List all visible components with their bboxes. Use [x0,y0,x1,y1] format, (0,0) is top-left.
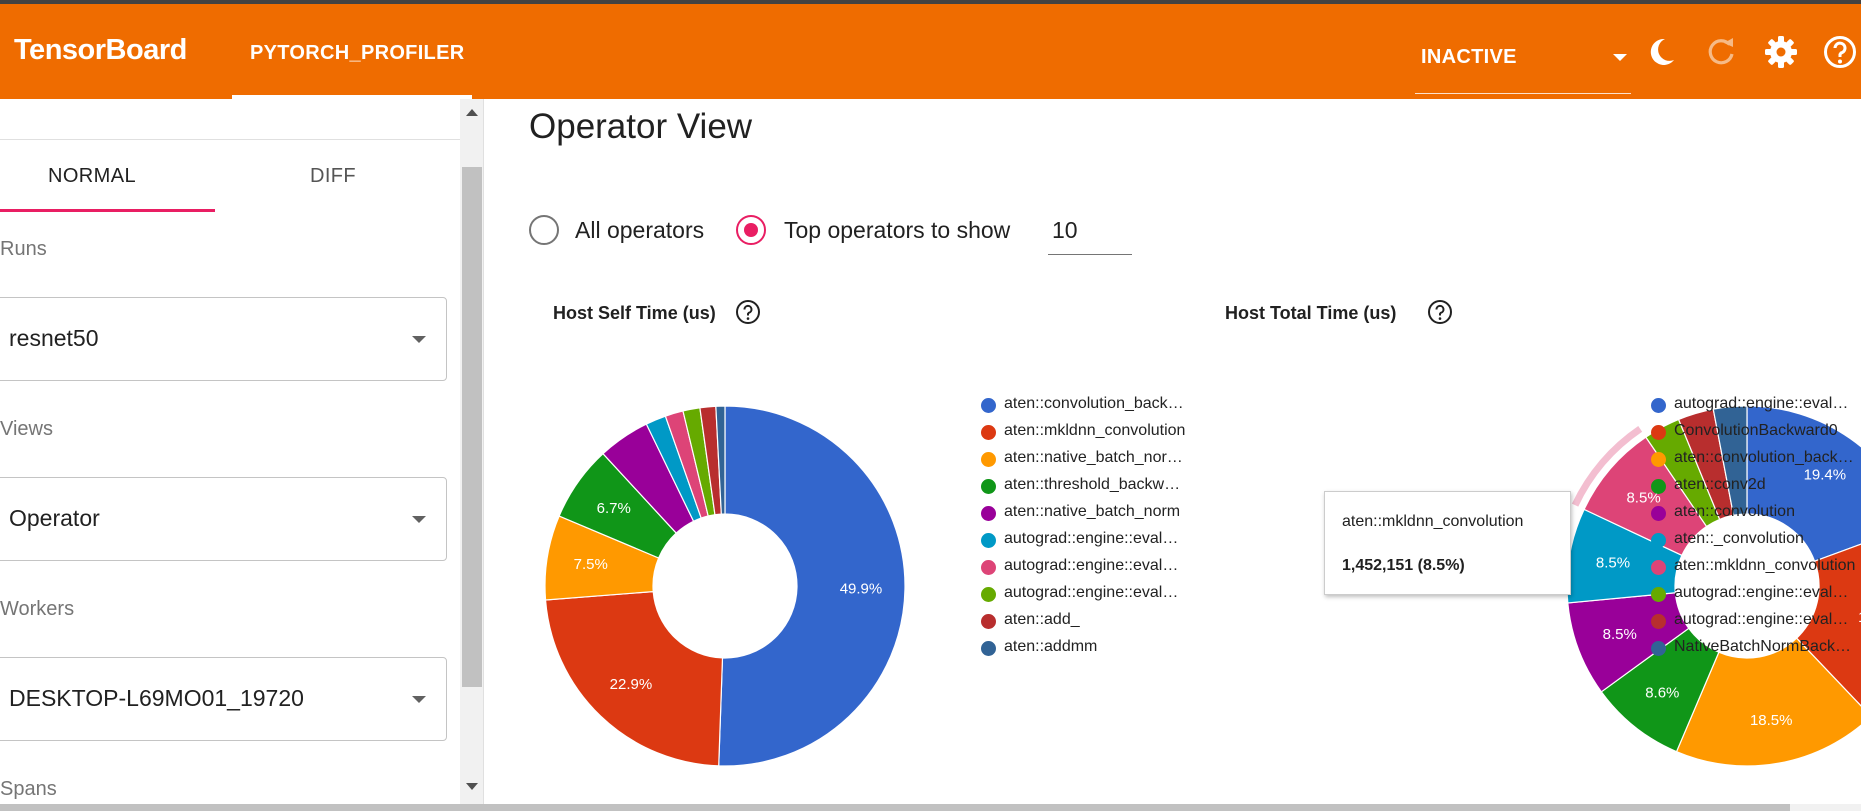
legend-label: aten::mkldnn_convolution [1674,557,1856,574]
legend-label: aten::add_ [1004,611,1080,628]
slice-label: 19.4% [1804,466,1847,483]
legend-label: autograd::engine::eval… [1674,611,1849,628]
legend-swatch [981,533,996,548]
slice-label: 8.5% [1596,555,1630,572]
legend-label: aten::addmm [1004,638,1098,655]
chevron-down-icon [412,516,426,523]
chart-title-total: Host Total Time (us) [1225,303,1397,323]
views-select-value: Operator [9,505,100,531]
legend-swatch [1651,533,1666,548]
views-select[interactable]: Operator [0,477,447,561]
all-operators-label[interactable]: All operators [575,217,704,244]
workers-select[interactable]: DESKTOP-L69MO01_19720 [0,657,447,741]
app-bar: TensorBoard PYTORCH_PROFILER INACTIVE [0,4,1861,99]
tab-pytorch-profiler[interactable]: PYTORCH_PROFILER [232,4,472,99]
legend-label: ConvolutionBackward0 [1674,422,1838,439]
scroll-down-arrow-icon[interactable] [466,783,478,790]
page-title: Operator View [529,107,753,146]
slice-label: 8.5% [1603,626,1637,643]
legend-swatch [1651,425,1666,440]
legend-swatch [981,479,996,494]
tooltip-operator-name: aten::mkldnn_convolution [1342,513,1524,530]
legend-label: aten::conv2d [1674,476,1766,493]
sidebar: NORMAL DIFF Runs resnet50 Views Operator… [0,99,484,804]
tooltip-operator-value: 1,452,151 (8.5%) [1342,557,1465,574]
legend-label: autograd::engine::eval… [1674,395,1849,412]
spans-label: Spans [0,778,57,800]
app-brand: TensorBoard [14,34,187,66]
chart-title-self: Host Self Time (us) [553,303,716,323]
legend-swatch [1651,479,1666,494]
legend-swatch [1651,506,1666,521]
help-icon[interactable] [735,299,761,325]
legend-label: aten::native_batch_nor… [1004,449,1183,466]
chevron-down-icon [1613,54,1627,61]
tab-normal[interactable]: NORMAL [48,165,136,188]
horizontal-scrollbar[interactable] [0,804,1861,811]
legend-label: aten::convolution [1674,503,1795,520]
chevron-down-icon [412,336,426,343]
legend-swatch [1651,614,1666,629]
top-operators-label[interactable]: Top operators to show [784,217,1010,244]
legend-swatch [981,614,996,629]
help-icon[interactable] [1822,34,1858,70]
scrollbar-thumb[interactable] [462,167,482,687]
all-operators-radio[interactable] [529,215,559,245]
legend-swatch [981,452,996,467]
legend-label: NativeBatchNormBack… [1674,638,1851,655]
legend-swatch [981,560,996,575]
chevron-down-icon [412,696,426,703]
dark-mode-icon[interactable] [1643,34,1679,70]
scroll-up-arrow-icon[interactable] [466,109,478,116]
operator-view: Operator View All operators Top operator… [485,99,1861,811]
slice-label: 8.6% [1645,684,1679,701]
workers-select-value: DESKTOP-L69MO01_19720 [9,685,304,711]
legend-label: aten::mkldnn_convolution [1004,422,1186,439]
slice-label: 49.9% [840,580,883,597]
tab-pytorch-profiler-label: PYTORCH_PROFILER [250,42,465,64]
legend-swatch [1651,452,1666,467]
legend-swatch [981,398,996,413]
legend-label: autograd::engine::eval… [1004,530,1179,547]
legend-swatch [981,587,996,602]
legend-swatch [981,641,996,656]
sidebar-scrollbar[interactable] [460,99,483,804]
active-tab-indicator [0,209,215,212]
settings-icon[interactable] [1763,34,1799,70]
plugin-status-value: INACTIVE [1421,46,1517,68]
legend-swatch [1651,398,1666,413]
legend-swatch [1651,641,1666,656]
slice-label: 18.5% [1750,712,1793,729]
slice-label: 6.7% [597,500,631,517]
reload-icon[interactable] [1703,34,1739,70]
legend-label: aten::threshold_backw… [1004,476,1181,493]
tab-diff[interactable]: DIFF [310,165,356,188]
slice-label: 7.5% [574,556,608,573]
runs-label: Runs [0,238,47,260]
legend-label: autograd::engine::eval… [1674,584,1849,601]
legend-label: aten::native_batch_norm [1004,503,1181,520]
legend-label: aten::convolution_back… [1674,449,1854,466]
runs-select[interactable]: resnet50 [0,297,447,381]
top-operators-count-input[interactable] [1048,207,1132,255]
plugin-status-select[interactable]: INACTIVE [1415,24,1631,94]
workers-label: Workers [0,598,75,620]
legend-swatch [981,425,996,440]
help-icon[interactable] [1427,299,1453,325]
legend-label: autograd::engine::eval… [1004,584,1179,601]
runs-select-value: resnet50 [9,325,99,351]
legend-swatch [1651,587,1666,602]
legend-swatch [981,506,996,521]
legend-label: aten::_convolution [1674,530,1804,547]
legend-label: autograd::engine::eval… [1004,557,1179,574]
divider [0,139,460,140]
chart-tooltip: aten::mkldnn_convolution 1,452,151 (8.5%… [1324,491,1571,595]
top-operators-radio[interactable] [736,215,766,245]
views-label: Views [0,418,53,440]
legend-swatch [1651,560,1666,575]
slice-label: 22.9% [610,676,653,693]
legend-label: aten::convolution_back… [1004,395,1184,412]
scrollbar-thumb[interactable] [0,804,1790,811]
